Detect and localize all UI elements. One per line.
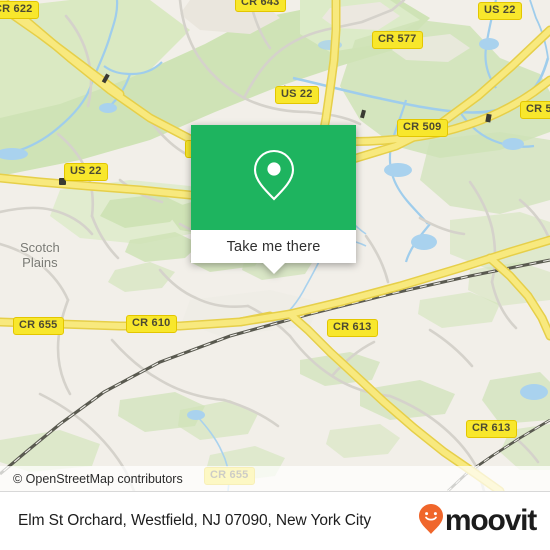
shield-cr-610: CR 610	[126, 315, 177, 333]
map-pin-icon	[251, 149, 297, 206]
popup-footer[interactable]: Take me there	[191, 230, 356, 274]
shield-cr-613-a: CR 613	[327, 319, 378, 337]
shield-cr-613-b: CR 613	[466, 420, 517, 438]
shield-cr-655-a: CR 655	[13, 317, 64, 335]
map-viewport[interactable]: CR 622 CR 643 US 22 CR 577 US 22 CR 509 CR 509…	[0, 0, 550, 491]
popup-tail	[262, 263, 285, 274]
map-screen: CR 622 CR 643 US 22 CR 577 US 22 CR 509 CR 509…	[0, 0, 550, 550]
shield-cr-643: CR 643	[235, 0, 286, 12]
shield-cr-509-a: CR 509	[520, 101, 550, 119]
take-me-there-button[interactable]: Take me there	[227, 239, 321, 255]
shield-cr-577: CR 577	[372, 31, 423, 49]
moovit-logo[interactable]: moovit	[418, 503, 537, 540]
shield-us-22-d: US 22	[64, 163, 108, 181]
moovit-wordmark: moovit	[444, 504, 537, 537]
shield-us-22-b: US 22	[275, 86, 319, 104]
location-popup-card[interactable]: Take me there	[191, 125, 356, 274]
address-label: Elm St Orchard, Westfield, NJ 07090, New…	[18, 512, 372, 529]
shield-cr-622: CR 622	[0, 1, 39, 19]
shield-us-22-a: US 22	[478, 2, 522, 20]
shield-cr-509-b: CR 509	[397, 119, 448, 137]
bottom-bar: Elm St Orchard, Westfield, NJ 07090, New…	[0, 491, 550, 550]
shield-cr-655-b: CR 655	[204, 467, 255, 485]
place-label-scotch-plains: Scotch Plains	[20, 240, 60, 270]
moovit-pin-icon	[418, 503, 444, 540]
popup-image-area	[191, 125, 356, 230]
